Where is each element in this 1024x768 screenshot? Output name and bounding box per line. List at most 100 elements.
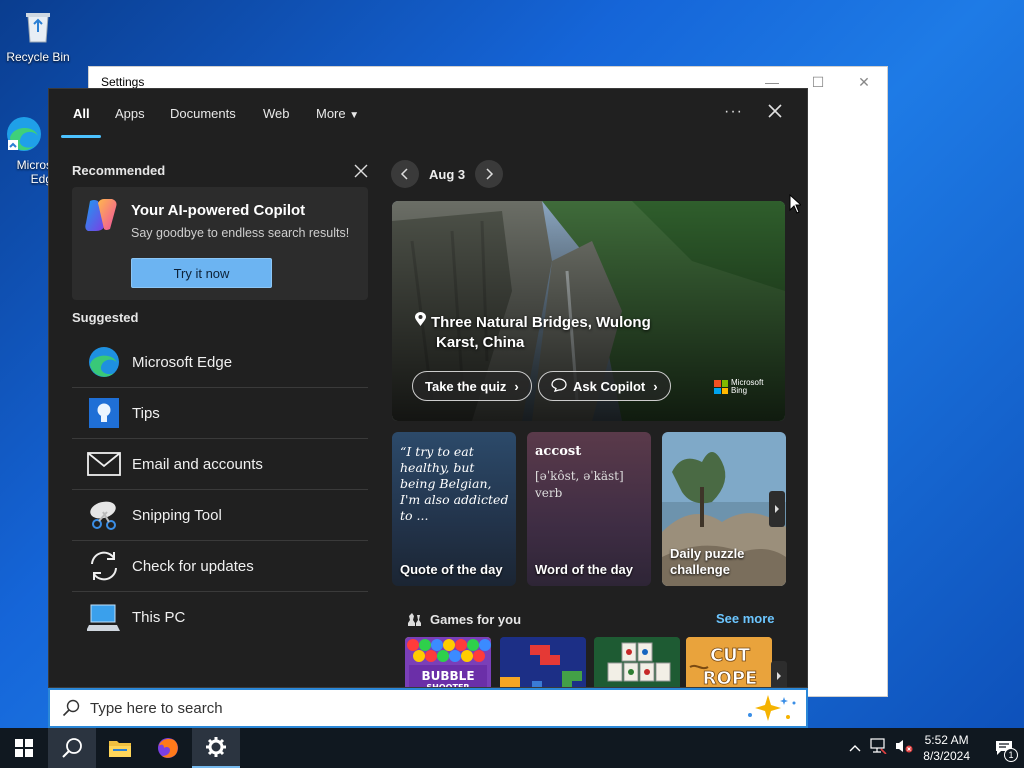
search-tabs: All Apps Documents Web More ▼ ··· bbox=[49, 89, 807, 141]
word-title: accost bbox=[535, 444, 582, 459]
suggested-item-email[interactable]: Email and accounts bbox=[72, 439, 368, 490]
game-tile-bubble-shooter[interactable]: BUBBLE SHOOTER bbox=[405, 637, 491, 687]
suggested-item-label: Tips bbox=[132, 404, 160, 422]
suggested-item-microsoft-edge[interactable]: Microsoft Edge bbox=[72, 337, 368, 388]
desktop-icon-recycle-bin[interactable]: Recycle Bin bbox=[0, 6, 76, 64]
hero-image-card[interactable]: Three Natural Bridges, Wulong Karst, Chi… bbox=[392, 201, 785, 421]
windows-logo-icon bbox=[15, 739, 33, 757]
recommended-heading: Recommended bbox=[72, 163, 166, 178]
brand-line2: Bing bbox=[731, 386, 748, 395]
firefox-icon bbox=[158, 738, 178, 758]
close-icon[interactable] bbox=[765, 101, 785, 121]
word-pos: verb bbox=[535, 486, 563, 500]
tab-apps[interactable]: Apps bbox=[115, 106, 145, 121]
word-pronunciation: [əˈkôst, əˈkäst] verb bbox=[535, 468, 624, 502]
games-heading-label: Games for you bbox=[430, 611, 522, 627]
edge-icon bbox=[86, 344, 122, 380]
copilot-icon bbox=[85, 199, 117, 231]
copilot-card: Your AI-powered Copilot Say goodbye to e… bbox=[72, 187, 368, 300]
sparkle-decoration-icon bbox=[748, 695, 796, 721]
microsoft-bing-logo: Microsoft Bing bbox=[714, 379, 763, 395]
volume-muted-icon[interactable] bbox=[895, 738, 913, 759]
puzzle-caption-line2: challenge bbox=[670, 562, 730, 577]
mouse-cursor-icon bbox=[789, 194, 801, 214]
suggested-list: Microsoft Edge Tips Email and accounts S… bbox=[72, 337, 368, 643]
clock[interactable]: 5:52 AM 8/3/2024 bbox=[923, 732, 970, 764]
search-input[interactable] bbox=[90, 699, 710, 717]
see-more-link[interactable]: See more bbox=[716, 611, 775, 626]
chevron-right-icon bbox=[777, 672, 781, 680]
more-options-icon[interactable]: ··· bbox=[724, 103, 743, 121]
tab-more[interactable]: More ▼ bbox=[316, 106, 359, 121]
start-button[interactable] bbox=[0, 728, 48, 768]
edge-icon bbox=[4, 114, 44, 154]
date-navigation: Aug 3 bbox=[391, 160, 504, 188]
copilot-card-title: Your AI-powered Copilot bbox=[131, 202, 306, 219]
computer-icon bbox=[86, 600, 122, 636]
taskbar-search-box[interactable] bbox=[48, 688, 808, 728]
location-pin-icon bbox=[414, 312, 428, 333]
suggested-item-check-updates[interactable]: Check for updates bbox=[72, 541, 368, 592]
notifications-button[interactable]: 1 bbox=[984, 728, 1024, 768]
take-quiz-button[interactable]: Take the quiz › bbox=[412, 371, 532, 401]
network-icon[interactable] bbox=[869, 737, 887, 759]
suggested-item-label: Email and accounts bbox=[132, 455, 263, 473]
word-of-the-day-card[interactable]: accost [əˈkôst, əˈkäst] verb Word of the … bbox=[527, 432, 651, 586]
close-button[interactable]: ✕ bbox=[841, 67, 887, 97]
taskbar-search-button[interactable] bbox=[48, 728, 96, 768]
daily-puzzle-card[interactable]: Daily puzzle challenge bbox=[662, 432, 786, 586]
suggested-item-label: Microsoft Edge bbox=[132, 353, 233, 371]
suggested-heading: Suggested bbox=[72, 310, 139, 325]
dismiss-recommended-icon[interactable] bbox=[353, 163, 369, 179]
take-quiz-label: Take the quiz bbox=[425, 378, 507, 394]
previous-day-button[interactable] bbox=[391, 160, 419, 188]
taskbar-file-explorer[interactable] bbox=[96, 728, 144, 768]
chevron-right-icon: › bbox=[653, 378, 658, 394]
cards-next-button[interactable] bbox=[769, 491, 785, 527]
puzzle-card-caption: Daily puzzle challenge bbox=[670, 546, 744, 578]
svg-text:ROPE: ROPE bbox=[703, 668, 758, 688]
games-heading: Games for you bbox=[405, 611, 521, 627]
svg-text:CUT: CUT bbox=[710, 645, 751, 666]
word-card-caption: Word of the day bbox=[535, 562, 633, 577]
try-it-now-button[interactable]: Try it now bbox=[131, 258, 272, 288]
tab-more-label: More bbox=[316, 106, 346, 121]
chat-bubble-icon bbox=[551, 377, 567, 395]
hero-location-line1: Three Natural Bridges, Wulong bbox=[431, 314, 651, 331]
desktop-icon-label: Recycle Bin bbox=[6, 50, 70, 64]
taskbar: 5:52 AM 8/3/2024 1 bbox=[0, 728, 1024, 768]
refresh-icon bbox=[86, 548, 122, 584]
quote-of-the-day-card[interactable]: “I try to eat healthy, but being Belgian… bbox=[392, 432, 516, 586]
taskbar-firefox[interactable] bbox=[144, 728, 192, 768]
hero-location[interactable]: Three Natural Bridges, Wulong Karst, Chi… bbox=[414, 312, 651, 353]
hero-location-line2: Karst, China bbox=[436, 334, 525, 351]
chevron-left-icon bbox=[400, 168, 408, 180]
snipping-tool-icon bbox=[86, 497, 122, 533]
game-tile-cut-the-rope[interactable]: CUT ROPE bbox=[686, 637, 772, 688]
next-day-button[interactable] bbox=[475, 160, 504, 188]
desktop-icon-edge[interactable]: Micros Edg bbox=[0, 114, 54, 186]
games-next-button[interactable] bbox=[771, 661, 787, 687]
taskbar-settings[interactable] bbox=[192, 728, 240, 768]
game-tile-mahjong[interactable] bbox=[594, 637, 680, 687]
game-tile-block-puzzle[interactable] bbox=[500, 637, 586, 687]
cut-the-rope-image: CUT ROPE bbox=[686, 637, 772, 688]
desktop-icon-label: Micros bbox=[16, 158, 52, 172]
caret-down-icon: ▼ bbox=[349, 110, 360, 121]
search-icon bbox=[62, 738, 82, 758]
ask-copilot-label: Ask Copilot bbox=[573, 378, 646, 394]
suggested-item-tips[interactable]: Tips bbox=[72, 388, 368, 439]
suggested-item-snipping-tool[interactable]: Snipping Tool bbox=[72, 490, 368, 541]
mahjong-image bbox=[594, 637, 680, 687]
quote-card-caption: Quote of the day bbox=[400, 562, 503, 577]
tab-documents[interactable]: Documents bbox=[170, 106, 236, 121]
tab-all[interactable]: All bbox=[73, 106, 90, 121]
clock-time: 5:52 AM bbox=[924, 733, 969, 747]
tab-web[interactable]: Web bbox=[263, 106, 290, 121]
chevron-up-icon[interactable] bbox=[849, 739, 861, 757]
suggested-item-this-pc[interactable]: This PC bbox=[72, 592, 368, 643]
svg-text:BUBBLE: BUBBLE bbox=[421, 669, 474, 683]
chevron-right-icon: › bbox=[514, 378, 519, 394]
chess-pieces-icon bbox=[408, 613, 421, 626]
ask-copilot-button[interactable]: Ask Copilot › bbox=[538, 371, 671, 401]
